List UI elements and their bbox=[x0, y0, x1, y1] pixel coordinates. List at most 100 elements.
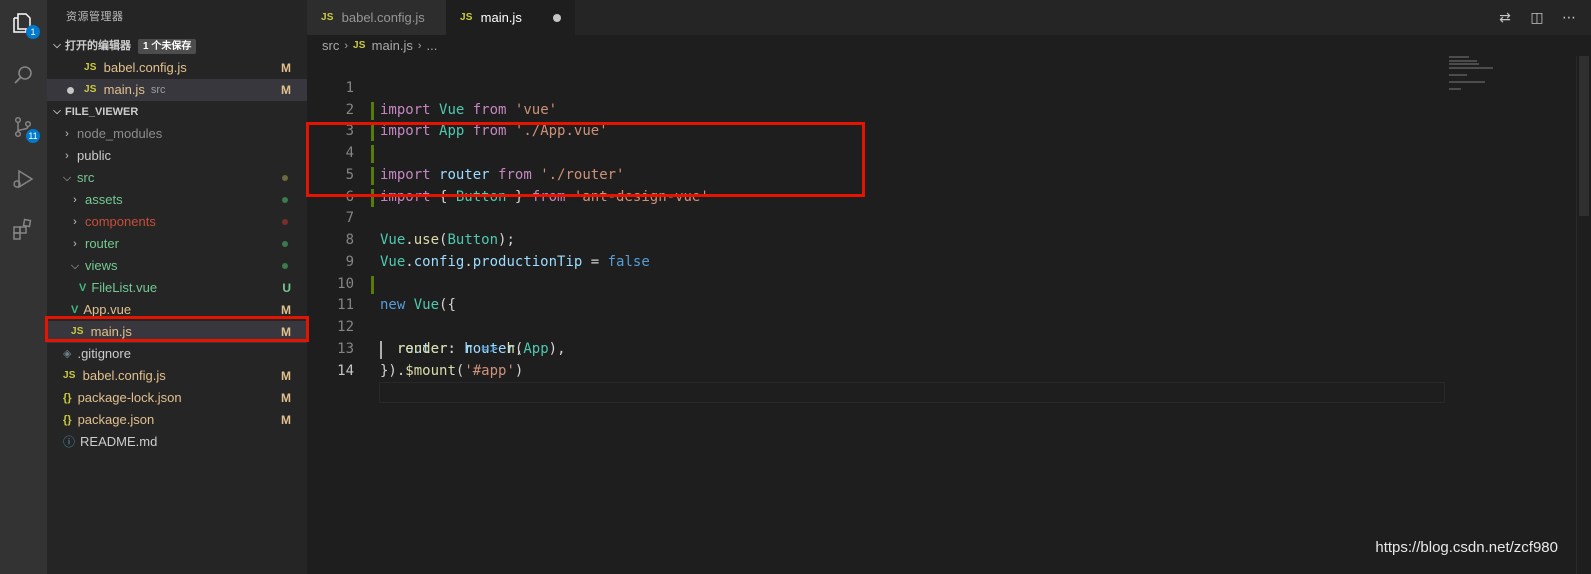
git-added-gutter bbox=[371, 145, 374, 163]
scrollbar-thumb[interactable] bbox=[1579, 56, 1589, 216]
open-editors-header[interactable]: ⌵ 打开的编辑器 1 个未保存 bbox=[47, 35, 307, 57]
tree-item-components[interactable]: › components bbox=[47, 211, 307, 233]
tree-label: .gitignore bbox=[77, 346, 131, 361]
chevron-right-icon: › bbox=[73, 216, 77, 228]
extensions-icon[interactable] bbox=[8, 214, 38, 244]
file-label: main.js bbox=[103, 82, 145, 97]
tree-item-readme[interactable]: ⓘ README.md bbox=[47, 431, 307, 453]
line-number: 14 bbox=[337, 362, 354, 379]
git-added-gutter bbox=[371, 101, 374, 120]
untracked-dot-icon bbox=[282, 241, 288, 247]
vue-file-icon: V bbox=[79, 282, 87, 294]
tree-item-main-js[interactable]: JS main.js M bbox=[47, 321, 307, 343]
git-file-icon: ◈ bbox=[63, 348, 72, 360]
editor-tabs: JS babel.config.js JS main.js ⇄ ◫ ⋯ bbox=[307, 0, 1591, 35]
explorer-sidebar: 资源管理器 ⌵ 打开的编辑器 1 个未保存 JS babel.config.js… bbox=[47, 0, 307, 574]
git-status: M bbox=[281, 413, 291, 427]
file-label: babel.config.js bbox=[103, 60, 187, 75]
tree-label: src bbox=[77, 170, 95, 185]
unsaved-badge: 1 个未保存 bbox=[138, 38, 197, 54]
vertical-scrollbar[interactable] bbox=[1576, 56, 1591, 574]
open-changes-icon[interactable]: ⇄ bbox=[1495, 9, 1515, 26]
vue-file-icon: V bbox=[71, 304, 79, 316]
json-file-icon: {} bbox=[63, 392, 72, 404]
tree-label: README.md bbox=[80, 434, 158, 449]
js-file-icon: JS bbox=[321, 12, 334, 23]
chevron-right-icon: › bbox=[73, 194, 77, 206]
git-added-gutter bbox=[371, 166, 374, 185]
tree-item-assets[interactable]: › assets bbox=[47, 189, 307, 211]
tree-item-babel-config[interactable]: JS babel.config.js M bbox=[47, 365, 307, 387]
tree-item-views[interactable]: ⌵ views bbox=[47, 255, 307, 277]
tree-label: node_modules bbox=[77, 126, 163, 141]
tree-item-src[interactable]: ⌵ src bbox=[47, 167, 307, 189]
code-line-1: 1 import Vue from 'vue' bbox=[307, 56, 1591, 118]
minimap[interactable] bbox=[1449, 56, 1567, 96]
git-added-gutter bbox=[371, 188, 374, 207]
modified-dot-icon bbox=[282, 175, 288, 181]
error-dot-icon bbox=[282, 219, 288, 225]
more-actions-icon[interactable]: ⋯ bbox=[1559, 9, 1579, 26]
js-file-icon: JS bbox=[84, 62, 97, 73]
js-file-icon: JS bbox=[460, 12, 473, 23]
git-status: M bbox=[281, 325, 291, 339]
git-status: M bbox=[281, 303, 291, 317]
tree-item-public[interactable]: › public bbox=[47, 145, 307, 167]
search-icon[interactable] bbox=[8, 60, 38, 90]
code-line-5: 5 bbox=[307, 143, 1591, 183]
code-line-7: 7 bbox=[307, 187, 1591, 226]
folder-header[interactable]: ⌵ FILE_VIEWER bbox=[47, 101, 307, 123]
tree-item-filelist-vue[interactable]: V FileList.vue U bbox=[47, 277, 307, 299]
tree-item-gitignore[interactable]: ◈ .gitignore bbox=[47, 343, 307, 365]
unsaved-dot-icon[interactable] bbox=[67, 86, 74, 94]
js-file-icon: JS bbox=[71, 326, 84, 337]
text-cursor bbox=[380, 340, 382, 359]
open-editors-title: 打开的编辑器 bbox=[65, 40, 131, 52]
code-line-11: 11 router: router, bbox=[307, 274, 1591, 357]
unsaved-dot-icon[interactable] bbox=[553, 14, 561, 22]
breadcrumb-more[interactable]: ... bbox=[427, 35, 438, 57]
code-line-2: 2 import App from './App.vue' bbox=[307, 78, 1591, 140]
tab-label: main.js bbox=[480, 10, 522, 25]
tree-item-router[interactable]: › router bbox=[47, 233, 307, 255]
tree-item-node-modules[interactable]: › node_modules bbox=[47, 123, 307, 145]
code-line-4: 4 import { Button } from 'ant-design-vue… bbox=[307, 121, 1591, 205]
code-editor[interactable]: 1 import Vue from 'vue' 2 import App fro… bbox=[307, 56, 1591, 574]
editor-actions: ⇄ ◫ ⋯ bbox=[1495, 0, 1579, 35]
tree-label: FileList.vue bbox=[91, 280, 158, 295]
chevron-down-icon: ⌵ bbox=[53, 106, 61, 117]
open-editor-item[interactable]: JS babel.config.js M bbox=[47, 57, 307, 79]
chevron-down-icon: ⌵ bbox=[53, 40, 61, 51]
scm-badge: 11 bbox=[26, 129, 40, 143]
info-icon: ⓘ bbox=[63, 435, 76, 449]
git-status: M bbox=[281, 369, 291, 383]
run-debug-icon[interactable] bbox=[8, 164, 38, 194]
breadcrumb-file[interactable]: main.js bbox=[372, 35, 413, 57]
watermark: https://blog.csdn.net/zcf980 bbox=[1375, 539, 1558, 556]
git-status: M bbox=[281, 83, 291, 97]
tree-item-app-vue[interactable]: V App.vue M bbox=[47, 299, 307, 321]
tree-label: package.json bbox=[77, 412, 155, 427]
split-editor-icon[interactable]: ◫ bbox=[1527, 9, 1547, 26]
tab-main-js[interactable]: JS main.js bbox=[446, 0, 575, 35]
tab-label: babel.config.js bbox=[341, 10, 425, 25]
git-status: M bbox=[281, 391, 291, 405]
chevron-right-icon: › bbox=[417, 40, 422, 52]
explorer-icon[interactable]: 1 bbox=[8, 8, 40, 39]
js-file-icon: JS bbox=[63, 370, 76, 381]
untracked-dot-icon bbox=[282, 263, 288, 269]
sidebar-title: 资源管理器 bbox=[66, 11, 124, 23]
js-file-icon: JS bbox=[84, 84, 97, 95]
activity-bar: 1 11 bbox=[0, 0, 47, 574]
chevron-right-icon: › bbox=[344, 40, 349, 52]
tree-item-package-json[interactable]: {} package.json M bbox=[47, 409, 307, 431]
tree-item-package-lock[interactable]: {} package-lock.json M bbox=[47, 387, 307, 409]
js-file-icon: JS bbox=[353, 40, 366, 51]
open-editor-item[interactable]: JS main.js src M bbox=[47, 79, 307, 101]
source-control-icon[interactable]: 11 bbox=[8, 112, 40, 143]
code-line-13: 13 }).$mount('#app') bbox=[307, 317, 1591, 379]
tree-label: main.js bbox=[90, 324, 132, 339]
tab-babel-config[interactable]: JS babel.config.js bbox=[307, 0, 446, 35]
chevron-down-icon: ⌵ bbox=[70, 260, 80, 272]
breadcrumb-folder[interactable]: src bbox=[322, 35, 339, 57]
